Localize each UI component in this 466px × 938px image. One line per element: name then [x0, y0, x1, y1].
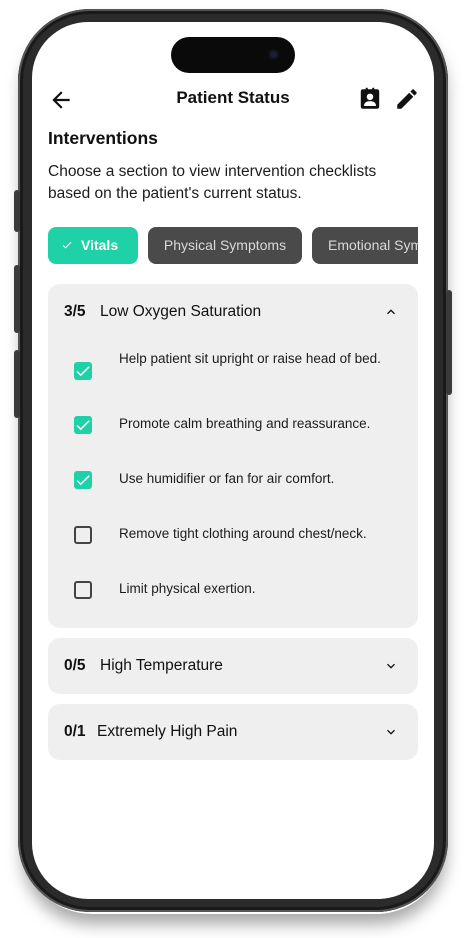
accordion-extremely-high-pain: 0/1 Extremely High Pain [48, 704, 418, 760]
accordion-title: Extremely High Pain [97, 723, 238, 740]
dynamic-island [171, 37, 295, 73]
tab-label: Emotional Symptoms [328, 237, 418, 253]
section-title: Interventions [48, 128, 158, 148]
checklist-item[interactable]: Limit physical exertion. [74, 579, 404, 603]
checkbox-unchecked[interactable] [74, 581, 92, 599]
chevron-down-icon [387, 729, 395, 735]
tab-bar: Vitals Physical Symptoms Emotional Sympt… [48, 227, 418, 265]
checkbox-checked[interactable] [74, 362, 92, 380]
tab-label: Physical Symptoms [163, 237, 287, 253]
checkbox-unchecked[interactable] [74, 526, 92, 544]
tab-physical-symptoms[interactable]: Physical Symptoms [148, 227, 302, 264]
tab-label: Vitals [81, 237, 119, 253]
camera [268, 49, 279, 60]
tab-vitals[interactable]: Vitals [48, 227, 138, 264]
checkbox-checked[interactable] [74, 471, 92, 489]
checklist-item-label: Limit physical exertion. [119, 581, 256, 596]
section-description: Choose a section to view intervention ch… [48, 163, 377, 202]
checkbox-checked[interactable] [74, 416, 92, 434]
phone-button [14, 350, 20, 418]
phone-button [14, 265, 20, 333]
progress-count: 0/5 [64, 657, 86, 674]
phone-button [446, 290, 452, 395]
checklist-item-label: Promote calm breathing and reassurance. [119, 416, 371, 431]
pencil-icon [397, 89, 417, 109]
contact-card-button[interactable] [357, 86, 383, 112]
accordion-header[interactable]: 0/1 Extremely High Pain [48, 704, 418, 760]
check-icon [76, 420, 90, 431]
accordion-header[interactable]: 3/5 Low Oxygen Saturation [48, 284, 418, 340]
phone-button [14, 190, 20, 232]
checklist-item[interactable]: Help patient sit upright or raise head o… [74, 351, 404, 392]
progress-count: 3/5 [64, 303, 86, 320]
app-header: Patient Status [32, 84, 434, 116]
screen: Patient Status Interventions Choose a se… [32, 22, 434, 899]
accordion-title: Low Oxygen Saturation [100, 303, 262, 320]
check-icon [61, 228, 73, 264]
check-icon [76, 366, 90, 377]
accordion-low-oxygen: 3/5 Low Oxygen Saturation Help patient s… [48, 284, 418, 628]
checklist-item[interactable]: Promote calm breathing and reassurance. [74, 414, 404, 438]
check-icon [76, 475, 90, 486]
accordion-title: High Temperature [100, 657, 223, 674]
tab-emotional-symptoms[interactable]: Emotional Symptoms [312, 227, 418, 264]
checklist-item-label: Help patient sit upright or raise head o… [119, 351, 381, 366]
edit-button[interactable] [394, 86, 420, 112]
checklist-item[interactable]: Use humidifier or fan for air comfort. [74, 469, 404, 493]
accordion-header[interactable]: 0/5 High Temperature [48, 638, 418, 694]
checklist-item-label: Use humidifier or fan for air comfort. [119, 471, 335, 486]
checklist-item[interactable]: Remove tight clothing around chest/neck. [74, 524, 404, 548]
contact-card-icon [360, 87, 380, 109]
accordion-high-temperature: 0/5 High Temperature [48, 638, 418, 694]
chevron-down-icon [387, 663, 395, 669]
progress-count: 0/1 [64, 723, 86, 740]
checklist-item-label: Remove tight clothing around chest/neck. [119, 526, 367, 541]
chevron-up-icon [387, 309, 395, 315]
